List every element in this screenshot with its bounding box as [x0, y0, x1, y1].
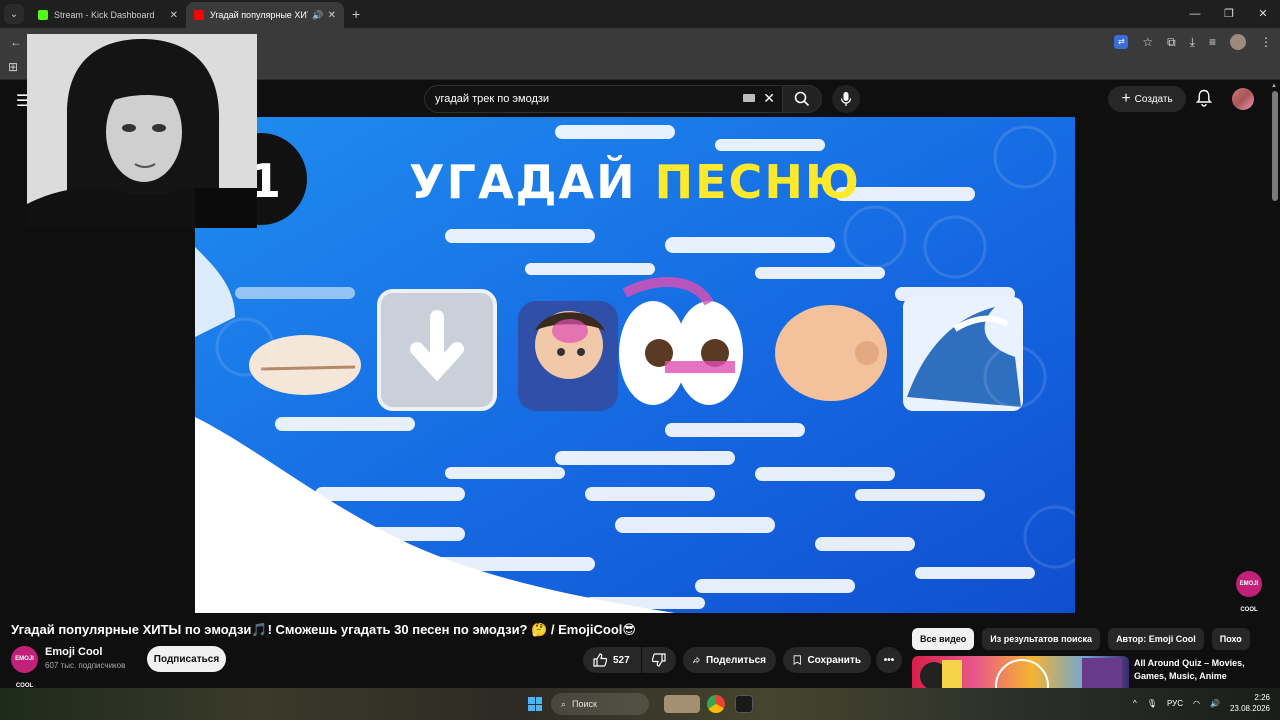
more-actions-button[interactable]: ••• [876, 647, 902, 673]
microphone-icon [840, 92, 852, 106]
windows-start-icon[interactable] [528, 697, 542, 711]
tab-search-button[interactable]: ⌄ [4, 4, 24, 24]
search-icon: ⌕ [561, 698, 567, 709]
dislike-button[interactable] [642, 647, 676, 673]
create-label: Создать [1134, 93, 1173, 105]
chip-all-videos[interactable]: Все видео [912, 628, 975, 650]
plus-icon: + [1121, 90, 1131, 107]
tab-label: Stream - Kick Dashboard [54, 10, 155, 20]
window-controls: — ❐ ✕ [1178, 0, 1280, 28]
recommended-video-thumbnail[interactable] [912, 656, 1129, 688]
user-avatar[interactable] [1232, 88, 1254, 110]
overlay-title-part1: УГАДАЙ [409, 155, 637, 209]
youtube-favicon-icon [194, 10, 204, 20]
notifications-bell-icon[interactable] [1195, 89, 1213, 112]
chip-author[interactable]: Автор: Emoji Cool [1108, 628, 1204, 650]
overlay-title-part2: ПЕСНЮ [654, 155, 861, 209]
clock-time: 2:26 [1254, 693, 1270, 702]
minimize-button[interactable]: — [1178, 0, 1212, 28]
recommended-video-title[interactable]: All Around Quiz – Movies, Games, Music, … [1134, 657, 1254, 683]
channel-name[interactable]: Emoji Cool [45, 646, 102, 658]
voice-search-button[interactable] [832, 85, 860, 113]
chevron-right-icon[interactable]: › [1238, 632, 1242, 646]
close-tab-icon[interactable]: ✕ [170, 10, 178, 21]
clock[interactable]: 2:26 23.08.2026 [1230, 692, 1270, 714]
tab-label: Угадай популярные ХИТЫ [210, 10, 308, 20]
video-player[interactable]: 1 УГАДАЙ ПЕСНЮ [195, 117, 1075, 613]
taskbar-app-thumbnail[interactable] [664, 695, 700, 713]
volume-icon[interactable]: 🔊 [1210, 699, 1220, 708]
video-overlay-title: УГАДАЙ ПЕСНЮ [391, 155, 879, 209]
wifi-icon[interactable]: ◠ [1193, 699, 1200, 708]
taskbar-search[interactable]: ⌕ Поиск [551, 693, 649, 715]
search-button[interactable] [782, 85, 822, 113]
thumbnail-art [920, 658, 1122, 688]
save-label: Сохранить [807, 654, 861, 666]
save-button[interactable]: Сохранить [783, 647, 871, 673]
share-button[interactable]: Поделиться [683, 647, 776, 673]
like-count: 527 [613, 654, 630, 666]
tab-kick-dashboard[interactable]: Stream - Kick Dashboard ✕ [30, 2, 186, 28]
system-tray: ^ 🎙 РУС ◠ 🔊 2:26 23.08.2026 [1133, 692, 1270, 714]
share-label: Поделиться [705, 654, 766, 666]
clear-search-icon[interactable]: ✕ [763, 90, 775, 107]
chrome-icon[interactable] [707, 695, 725, 713]
microphone-tray-icon[interactable]: 🎙 [1147, 699, 1157, 708]
close-window-button[interactable]: ✕ [1246, 0, 1280, 28]
toolbar-icons: ⇄ ☆ ⧉ ⤓ ≡ ⋮ [1114, 34, 1272, 50]
taskbar-search-label: Поиск [572, 699, 597, 709]
search-query: угадай трек по эмодзи [435, 93, 550, 105]
profile-avatar-icon[interactable] [1230, 34, 1246, 50]
chevron-up-icon[interactable]: ^ [1133, 699, 1137, 708]
related-filter-chips: Все видео Из результатов поиска Автор: E… [912, 628, 1250, 650]
kick-favicon-icon [38, 10, 48, 20]
tab-youtube-video[interactable]: Угадай популярные ХИТЫ 🔊 ✕ [186, 2, 344, 28]
extensions-icon[interactable]: ⧉ [1167, 35, 1176, 50]
windows-taskbar: ⌕ Поиск ^ 🎙 РУС ◠ 🔊 2:26 23.08.2026 [0, 688, 1280, 720]
star-icon[interactable]: ☆ [1142, 35, 1153, 49]
translate-icon[interactable]: ⇄ [1114, 35, 1129, 49]
close-tab-icon[interactable]: ✕ [328, 10, 336, 21]
restore-button[interactable]: ❐ [1212, 0, 1246, 28]
language-indicator[interactable]: РУС [1167, 699, 1183, 708]
webcam-overlay-extension [195, 188, 257, 228]
subscribe-button[interactable]: Подписаться [147, 646, 226, 672]
keyboard-icon[interactable] [743, 94, 755, 102]
speaker-icon[interactable]: 🔊 [312, 10, 323, 21]
search-input[interactable]: угадай трек по эмодзи ✕ [424, 85, 786, 113]
menu-kebab-icon[interactable]: ⋮ [1260, 35, 1272, 49]
chip-similar[interactable]: Похо [1211, 628, 1250, 650]
clock-date: 23.08.2026 [1229, 704, 1270, 713]
media-app-icon[interactable] [735, 695, 753, 713]
bookmark-icon [793, 655, 801, 666]
back-arrow-icon[interactable]: ← [10, 35, 22, 49]
share-icon [693, 656, 700, 664]
video-title: Угадай популярные ХИТЫ по эмодзи🎵! Сможе… [11, 622, 636, 637]
media-queue-icon[interactable]: ≡ [1209, 35, 1216, 49]
channel-watermark-badge[interactable]: EMOJI COOL [1236, 571, 1262, 613]
channel-subscribers: 607 тыс. подписчиков [45, 661, 126, 670]
chip-from-search[interactable]: Из результатов поиска [982, 628, 1101, 650]
new-tab-button[interactable]: + [352, 6, 360, 22]
apps-grid-icon[interactable]: ⊞ [8, 60, 18, 74]
like-button[interactable]: 527 [583, 647, 641, 673]
search-icon [794, 91, 810, 107]
download-icon[interactable]: ⤓ [1190, 35, 1195, 50]
create-button[interactable]: + Создать [1108, 86, 1186, 112]
browser-tab-bar: ⌄ Stream - Kick Dashboard ✕ Угадай попул… [0, 0, 1280, 28]
scroll-up-arrow-icon[interactable]: ▲ [1271, 83, 1277, 89]
thumbs-down-icon [652, 653, 666, 667]
channel-avatar[interactable]: EMOJI COOL [11, 646, 38, 689]
more-dots-icon: ••• [883, 654, 895, 666]
page-scrollbar[interactable] [1272, 91, 1278, 201]
thumbs-up-icon [593, 653, 607, 667]
